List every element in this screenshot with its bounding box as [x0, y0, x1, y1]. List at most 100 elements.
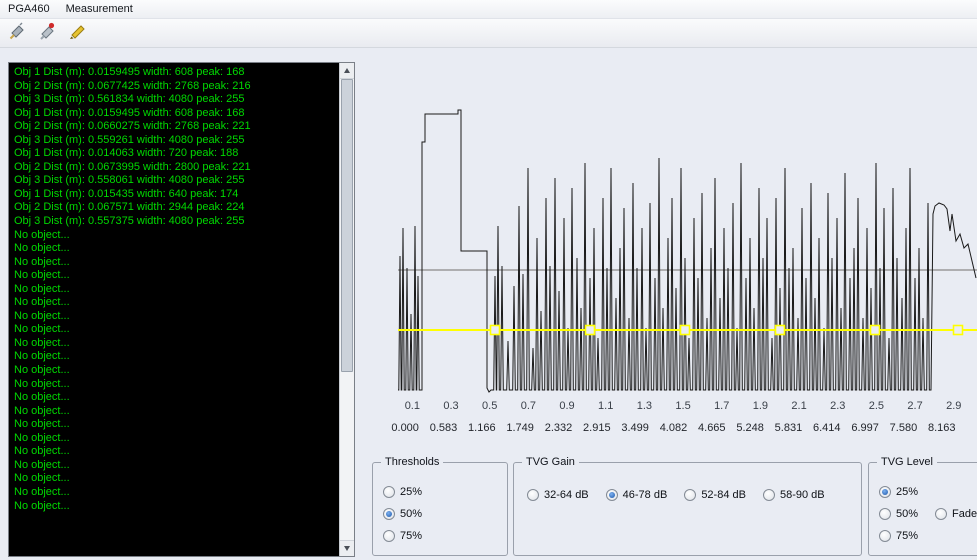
radio-label: 50%: [896, 508, 919, 520]
radio-circle[interactable]: [935, 508, 947, 520]
x-tick-time: 2.3: [830, 400, 846, 412]
tvg-marker[interactable]: [869, 324, 881, 336]
console-line: No object...: [14, 445, 70, 458]
tvg-marker[interactable]: [774, 324, 786, 336]
radio-label: 75%: [896, 530, 919, 542]
x-tick-distance: 4.082: [659, 422, 688, 434]
tvg-marker[interactable]: [489, 324, 501, 336]
radio-circle[interactable]: [383, 486, 395, 498]
menu-item-pga460[interactable]: PGA460: [0, 1, 58, 18]
console-line: No object...: [14, 377, 70, 390]
tvg-gain-title: TVG Gain: [522, 456, 579, 469]
console-line: No object...: [14, 323, 70, 336]
radio-tvg-gain-32-64-db[interactable]: 32-64 dB: [527, 489, 589, 501]
x-tick-distance: 8.163: [927, 422, 956, 434]
scroll-up-button[interactable]: [340, 63, 354, 79]
x-tick-distance: 1.749: [506, 422, 534, 434]
x-tick-time: 0.9: [559, 400, 575, 412]
x-tick-time: 2.5: [868, 400, 885, 412]
tvg-gain-groupbox: TVG Gain 32-64 dB 46-78 dB 52-84 dB 58-90 d…: [513, 456, 862, 556]
radio-circle[interactable]: [605, 489, 618, 501]
radio-thresholds-25[interactable]: 25%: [383, 486, 507, 498]
x-tick-time: 1.1: [598, 400, 614, 412]
radio-tvg-gain-52-84-db[interactable]: 52-84 dB: [684, 489, 746, 501]
tvg-marker[interactable]: [679, 324, 691, 336]
radio-label: 25%: [896, 486, 919, 498]
thresholds-groupbox: Thresholds 25% 50% 75%: [372, 456, 508, 556]
x-tick-distance: 2.915: [583, 422, 611, 434]
console-line: No object...: [14, 472, 70, 485]
scrollbar-thumb[interactable]: [341, 79, 353, 372]
thresholds-options: 25% 50% 75%: [373, 463, 507, 542]
tvg-marker[interactable]: [584, 324, 596, 336]
connect-button[interactable]: [4, 20, 31, 46]
brush-button[interactable]: [64, 20, 91, 46]
console-line: No object...: [14, 282, 70, 295]
x-tick-distance: 5.831: [774, 422, 803, 434]
console-line: No object...: [14, 255, 70, 268]
console-line: No object...: [14, 499, 70, 512]
x-tick-time: 0.3: [443, 400, 459, 412]
radio-tvg-level-fade[interactable]: Fade: [935, 508, 977, 520]
radio-circle[interactable]: [762, 489, 775, 501]
x-tick-distance: 0.000: [391, 422, 419, 434]
radio-label: 46-78 dB: [622, 489, 668, 501]
console-line: Obj 3 Dist (m): 0.558061 width: 4080 pea…: [14, 174, 245, 187]
x-tick-distance: 3.499: [621, 422, 649, 434]
radio-label: 32-64 dB: [544, 489, 589, 501]
console-line: No object...: [14, 404, 70, 417]
radio-circle[interactable]: [383, 508, 395, 520]
console-line: No object...: [14, 269, 70, 282]
x-tick-time: 2.7: [907, 400, 923, 412]
scroll-down-icon: [344, 546, 350, 551]
x-tick-distance: 1.166: [468, 422, 496, 434]
console-line: No object...: [14, 391, 70, 404]
console-line: No object...: [14, 418, 70, 431]
connect-probe-icon: [8, 21, 27, 45]
radio-tvg-level-75[interactable]: 75%: [879, 530, 977, 542]
x-tick-time: 1.9: [752, 400, 769, 412]
x-tick-distance: 0.583: [429, 422, 458, 434]
radio-label: 25%: [400, 486, 423, 498]
x-axis-time: 0.1 0.3 0.5 0.7 0.9 1.1 1.3 1.5 1.7 1.9 2.1 2.3 2.5 2…: [393, 400, 973, 412]
console-line: No object...: [14, 458, 70, 471]
console-line: Obj 1 Dist (m): 0.015435 width: 640 peak…: [14, 187, 239, 200]
console-line: Obj 2 Dist (m): 0.067571 width: 2944 pea…: [14, 201, 245, 214]
disconnect-button[interactable]: [34, 20, 61, 46]
radio-tvg-level-25[interactable]: 25%: [879, 486, 977, 498]
menu-item-measurement[interactable]: Measurement: [58, 1, 141, 18]
tvg-marker[interactable]: [952, 324, 964, 336]
console-line: No object...: [14, 485, 70, 498]
menu-bar: PGA460 Measurement: [0, 0, 977, 19]
radio-label: 75%: [400, 530, 423, 542]
x-tick-time: 1.5: [675, 400, 691, 412]
measurement-log-panel: Obj 1 Dist (m): 0.0159495 width: 608 pea…: [8, 62, 355, 557]
toolbar: [0, 19, 977, 48]
radio-tvg-gain-58-90-db[interactable]: 58-90 dB: [762, 489, 825, 501]
log-scrollbar[interactable]: [339, 63, 354, 556]
radio-tvg-gain-46-78-db[interactable]: 46-78 dB: [605, 489, 668, 501]
radio-circle[interactable]: [383, 530, 395, 542]
console-line: No object...: [14, 309, 70, 322]
console-line: No object...: [14, 242, 70, 255]
scroll-down-button[interactable]: [340, 540, 354, 556]
radio-circle[interactable]: [684, 489, 697, 501]
radio-circle[interactable]: [527, 489, 539, 501]
x-tick-distance: 6.414: [813, 422, 841, 434]
x-tick-time: 2.1: [791, 400, 807, 412]
x-tick-distance: 2.332: [544, 422, 573, 434]
disconnect-probe-icon: [38, 21, 57, 45]
radio-label: 58-90 dB: [779, 489, 825, 501]
radio-thresholds-75[interactable]: 75%: [383, 530, 507, 542]
radio-circle[interactable]: [879, 508, 891, 520]
x-tick-time: 0.5: [482, 400, 498, 412]
console-line: Obj 2 Dist (m): 0.0673995 width: 2800 pe…: [14, 160, 251, 173]
radio-circle[interactable]: [879, 486, 891, 498]
x-tick-distance: 6.997: [851, 422, 879, 434]
echo-waveform: [398, 109, 977, 393]
tvg-level-options: 25% 50% 75%: [869, 463, 977, 542]
radio-circle[interactable]: [879, 530, 891, 542]
radio-thresholds-50[interactable]: 50%: [383, 508, 507, 520]
console-line: No object...: [14, 336, 70, 349]
console-line: Obj 3 Dist (m): 0.561834 width: 4080 pea…: [14, 93, 245, 106]
